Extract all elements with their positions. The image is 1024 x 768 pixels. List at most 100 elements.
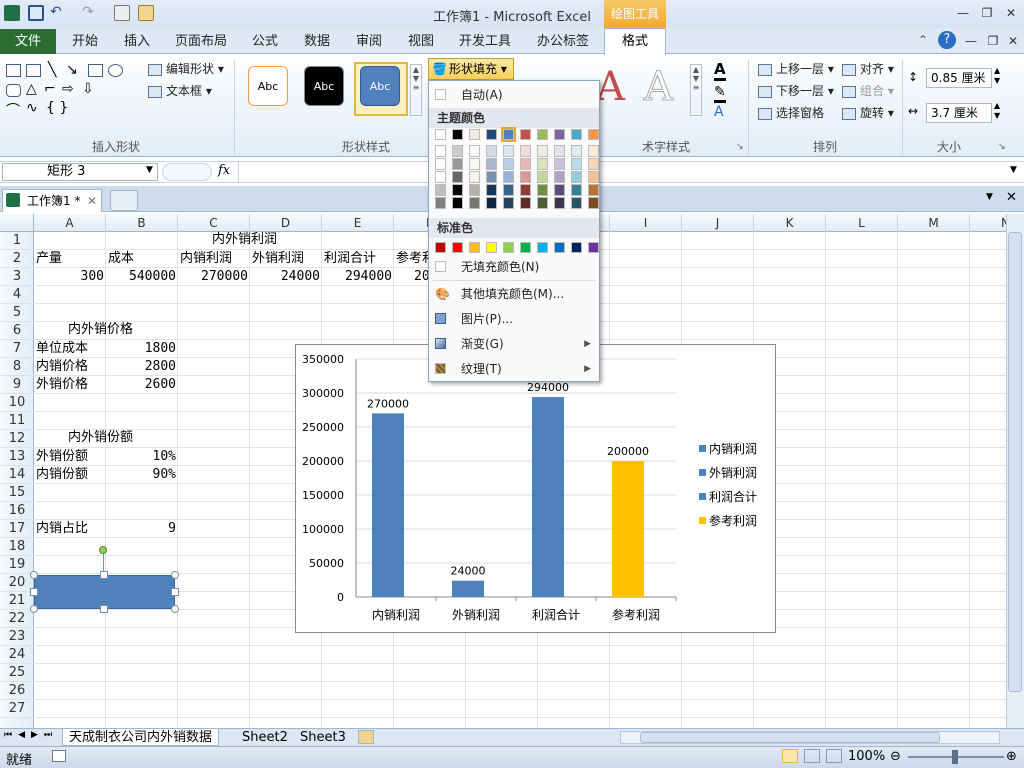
cell-c3[interactable]: 270000: [178, 268, 248, 286]
bar-4[interactable]: [612, 461, 644, 597]
standard-color-swatch[interactable]: [503, 242, 514, 253]
tab-review[interactable]: 审阅: [346, 29, 392, 54]
row-header-4[interactable]: 4: [0, 286, 34, 304]
wordart-red-a[interactable]: A: [596, 64, 625, 110]
rotate-button[interactable]: 旋转 ▾: [842, 104, 894, 122]
row-header-25[interactable]: 25: [0, 664, 34, 682]
theme-color-swatch[interactable]: [520, 197, 531, 209]
collapse-ribbon-icon[interactable]: ⌃: [918, 33, 928, 47]
zoom-out-icon[interactable]: ⊖: [890, 749, 901, 764]
theme-color-swatch[interactable]: [435, 197, 446, 209]
theme-color-swatch[interactable]: [571, 197, 582, 209]
tab-page-layout[interactable]: 页面布局: [168, 29, 234, 54]
column-header-d[interactable]: D: [250, 214, 322, 232]
theme-color-swatch[interactable]: [520, 184, 531, 196]
theme-color-swatch[interactable]: [588, 171, 599, 183]
resize-handle-sw[interactable]: [30, 605, 38, 613]
row-header-11[interactable]: 11: [0, 412, 34, 430]
resize-handle-s[interactable]: [100, 605, 108, 613]
theme-color-swatch[interactable]: [435, 158, 446, 170]
theme-color-swatch[interactable]: [452, 129, 463, 140]
sheet-tab-sheet2[interactable]: Sheet2: [236, 729, 294, 746]
send-backward-button[interactable]: 下移一层 ▾: [758, 82, 834, 100]
workbook-restore-icon[interactable]: ❐: [984, 34, 1002, 48]
row-header-3[interactable]: 3: [0, 268, 34, 286]
row-header-24[interactable]: 24: [0, 646, 34, 664]
text-fill-icon[interactable]: A: [714, 60, 726, 81]
close-icon[interactable]: ✕: [1002, 6, 1020, 20]
theme-color-swatch[interactable]: [486, 171, 497, 183]
sheet-tab-data[interactable]: 天成制衣公司内外销数据: [62, 729, 220, 746]
cell-b17[interactable]: 9: [106, 520, 176, 538]
textbox-shape-icon[interactable]: [6, 64, 21, 77]
resize-handle-w[interactable]: [30, 588, 38, 596]
theme-color-swatch[interactable]: [469, 197, 480, 209]
theme-color-swatch[interactable]: [588, 145, 599, 157]
theme-color-swatch[interactable]: [486, 158, 497, 170]
theme-color-swatch[interactable]: [452, 145, 463, 157]
standard-color-swatch[interactable]: [486, 242, 497, 253]
theme-color-swatch[interactable]: [520, 129, 531, 140]
standard-color-swatch[interactable]: [537, 242, 548, 253]
row-header-22[interactable]: 22: [0, 610, 34, 628]
row-header-2[interactable]: 2: [0, 250, 34, 268]
row-header-13[interactable]: 13: [0, 448, 34, 466]
row-header-5[interactable]: 5: [0, 304, 34, 322]
theme-color-swatch[interactable]: [469, 158, 480, 170]
standard-color-swatch[interactable]: [452, 242, 463, 253]
theme-color-swatch[interactable]: [486, 197, 497, 209]
cell-title-profit[interactable]: 内外销利润: [212, 231, 277, 249]
line-shape-icon[interactable]: ╲: [48, 62, 56, 78]
cell-d3[interactable]: 24000: [250, 268, 320, 286]
align-button[interactable]: 对齐 ▾: [842, 60, 894, 78]
menu-item-texture[interactable]: 纹理(T) ▶: [429, 357, 599, 381]
page-break-view-icon[interactable]: [826, 749, 842, 763]
name-box-dropdown-icon[interactable]: ▼: [146, 165, 153, 175]
triangle-shape-icon[interactable]: △: [26, 81, 37, 97]
standard-color-swatch[interactable]: [588, 242, 599, 253]
theme-color-swatch[interactable]: [571, 171, 582, 183]
restore-icon[interactable]: ❐: [978, 6, 996, 20]
profit-bar-chart[interactable]: 0 50000 100000 150000 200000 250000 300000 3500…: [295, 344, 776, 633]
rectangle-shape-icon[interactable]: [88, 64, 103, 77]
resize-handle-ne[interactable]: [171, 571, 179, 579]
row-header-15[interactable]: 15: [0, 484, 34, 502]
theme-color-swatch[interactable]: [537, 158, 548, 170]
standard-color-swatch[interactable]: [520, 242, 531, 253]
tab-file[interactable]: 文件: [0, 29, 56, 54]
bar-2[interactable]: [452, 580, 484, 597]
down-arrow-shape-icon[interactable]: ⇩: [82, 81, 94, 97]
resize-handle-nw[interactable]: [30, 571, 38, 579]
theme-color-swatch[interactable]: [503, 171, 514, 183]
menu-item-more-colors[interactable]: 🎨 其他填充颜色(M)...: [429, 282, 599, 306]
help-icon[interactable]: ?: [938, 31, 956, 49]
theme-color-swatch[interactable]: [571, 184, 582, 196]
bar-1[interactable]: [372, 413, 404, 597]
shape-width-input[interactable]: 3.7 厘米: [926, 103, 992, 123]
vertical-scroll-thumb[interactable]: [1008, 232, 1022, 692]
row-header-9[interactable]: 9: [0, 376, 34, 394]
shape-gallery[interactable]: ╲ ↘ △ ⌐ ⇨ ⇩ ⌒ ∿ { }: [6, 62, 138, 120]
theme-color-swatch[interactable]: [469, 171, 480, 183]
name-box[interactable]: 矩形 3: [2, 163, 158, 181]
tab-format[interactable]: 格式: [604, 28, 666, 55]
column-header-e[interactable]: E: [322, 214, 394, 232]
theme-color-swatch[interactable]: [452, 184, 463, 196]
cell-a13[interactable]: 外销份额: [36, 448, 88, 466]
oval-shape-icon[interactable]: [108, 64, 123, 77]
theme-color-swatch[interactable]: [554, 197, 565, 209]
row-header-26[interactable]: 26: [0, 682, 34, 700]
row-header-10[interactable]: 10: [0, 394, 34, 412]
row-header-23[interactable]: 23: [0, 628, 34, 646]
theme-color-swatch[interactable]: [452, 197, 463, 209]
tab-home[interactable]: 开始: [62, 29, 108, 54]
theme-color-swatch[interactable]: [435, 145, 446, 157]
row-header-12[interactable]: 12: [0, 430, 34, 448]
selection-pane-button[interactable]: 选择窗格: [758, 104, 824, 122]
insert-sheet-icon[interactable]: [358, 730, 374, 744]
new-workbook-tab-button[interactable]: [110, 190, 138, 211]
cell-title-share[interactable]: 内外销份额: [68, 429, 133, 447]
cell-b2[interactable]: 成本: [108, 250, 134, 268]
column-header-m[interactable]: M: [898, 214, 970, 232]
theme-color-swatch[interactable]: [469, 129, 480, 140]
